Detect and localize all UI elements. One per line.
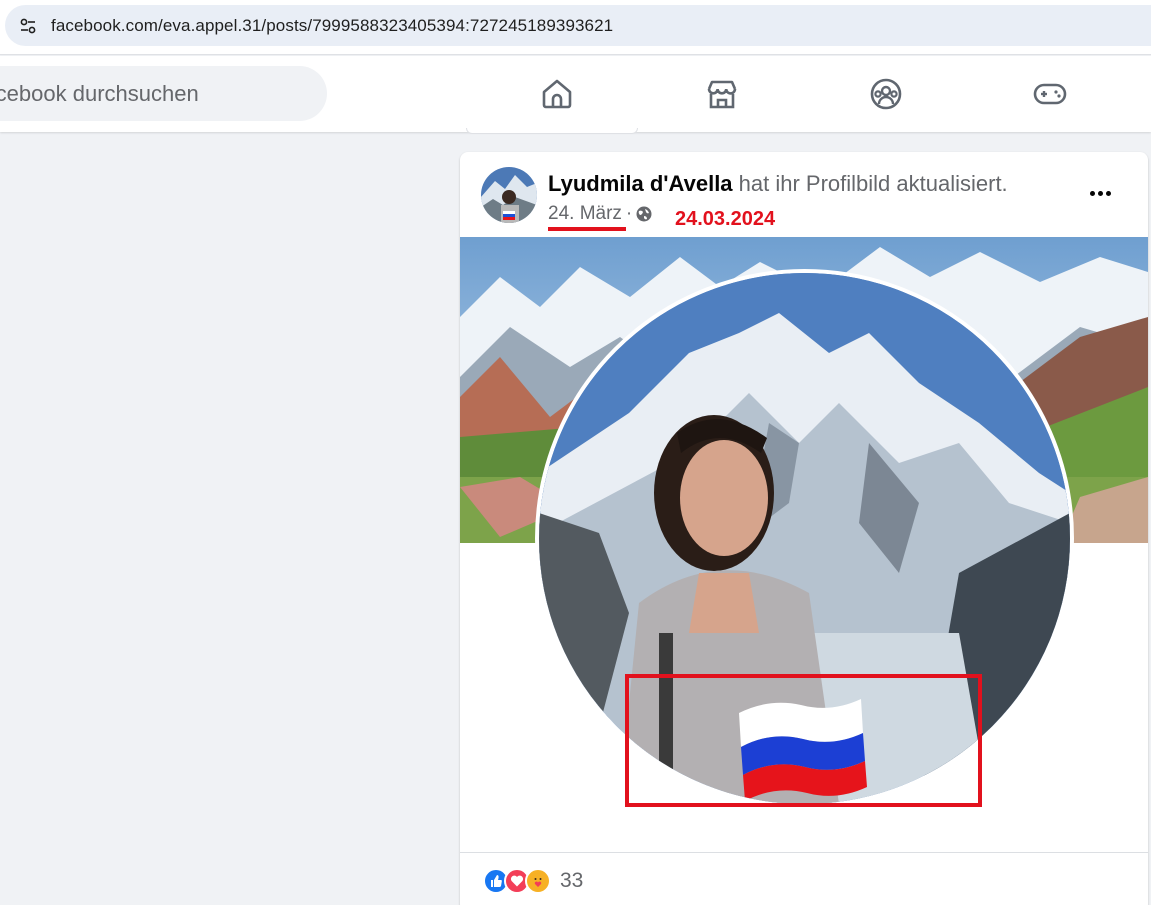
search-input[interactable]: Facebook durchsuchen bbox=[0, 66, 327, 121]
date-annotation-underline bbox=[548, 227, 626, 231]
divider bbox=[460, 852, 1148, 853]
facebook-top-nav: Facebook durchsuchen bbox=[0, 56, 1151, 132]
more-options-button[interactable] bbox=[1082, 178, 1118, 208]
reaction-summary[interactable]: 33 bbox=[483, 868, 583, 894]
more-dot-icon bbox=[1089, 190, 1095, 196]
post-meta: 24. März · bbox=[548, 203, 652, 225]
more-dot-icon bbox=[1097, 190, 1103, 196]
browser-address-bar: facebook.com/eva.appel.31/posts/79995883… bbox=[0, 0, 1151, 55]
more-dot-icon bbox=[1105, 190, 1111, 196]
globe-icon bbox=[636, 206, 652, 222]
groups-icon[interactable] bbox=[866, 74, 906, 114]
flag-annotation-box bbox=[625, 674, 982, 807]
url-text: facebook.com/eva.appel.31/posts/79995883… bbox=[51, 16, 614, 35]
search-placeholder: Facebook durchsuchen bbox=[0, 81, 199, 106]
meta-separator: · bbox=[625, 203, 633, 224]
avatar[interactable] bbox=[481, 167, 537, 223]
author-name-link[interactable]: Lyudmila d'Avella bbox=[548, 171, 733, 196]
care-icon bbox=[525, 868, 551, 894]
annotation-date: 24.03.2024 bbox=[675, 208, 776, 230]
post-action-text: hat ihr Profilbild aktualisiert. bbox=[732, 171, 1008, 196]
post-card: Lyudmila d'Avella hat ihr Profilbild akt… bbox=[460, 152, 1148, 905]
url-field[interactable]: facebook.com/eva.appel.31/posts/79995883… bbox=[5, 5, 1151, 46]
reaction-count: 33 bbox=[560, 869, 584, 892]
gaming-icon[interactable] bbox=[1030, 74, 1070, 114]
marketplace-icon[interactable] bbox=[702, 74, 742, 114]
post-header: Lyudmila d'Avella hat ihr Profilbild akt… bbox=[548, 171, 1008, 197]
site-settings-icon[interactable] bbox=[18, 16, 38, 36]
previous-card-edge bbox=[466, 128, 638, 134]
home-icon[interactable] bbox=[537, 74, 577, 114]
post-date-link[interactable]: 24. März bbox=[548, 203, 622, 225]
